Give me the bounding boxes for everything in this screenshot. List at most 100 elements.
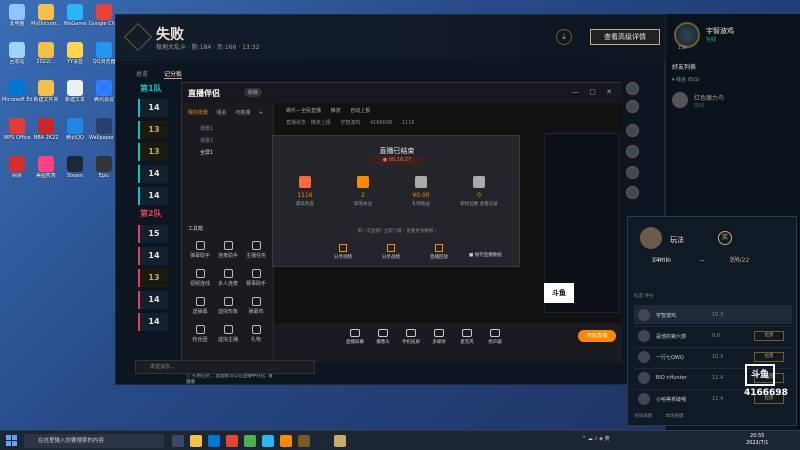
tool-button[interactable]: 主播任务 bbox=[244, 241, 268, 265]
desktop-icon[interactable]: 此电脑 bbox=[2, 4, 32, 38]
social-icon[interactable] bbox=[626, 100, 639, 113]
windows-start-icon[interactable] bbox=[6, 435, 17, 446]
add-scene-button[interactable]: + bbox=[259, 110, 263, 116]
scoreboard-row[interactable]: 14 bbox=[138, 187, 168, 205]
category[interactable]: 娱乐—全民直播 bbox=[286, 108, 321, 114]
tool-button[interactable]: 虚拟形象 bbox=[216, 297, 240, 321]
key-moments-link[interactable]: 本场关键 bbox=[665, 414, 683, 419]
desktop-icon[interactable]: 2022/... bbox=[31, 42, 61, 76]
task-view-icon[interactable] bbox=[172, 435, 184, 447]
source-button[interactable]: 多媒体 bbox=[428, 329, 450, 345]
more-data-link[interactable]: 第一次直播? 立即了解 › 查看更多数据 › bbox=[273, 228, 521, 234]
block-button[interactable]: 拉黑 bbox=[754, 331, 784, 341]
scene-tab[interactable]: 可拖拽 bbox=[235, 110, 250, 116]
wegame-icon[interactable] bbox=[262, 435, 274, 447]
auto-report[interactable]: 自动上报 bbox=[350, 108, 370, 114]
dialog-action-button[interactable]: 分享战绩 bbox=[371, 244, 411, 260]
tool-button[interactable]: 多人连麦 bbox=[216, 269, 240, 293]
player-row[interactable]: 宇智波鸡 10.3 bbox=[634, 305, 792, 324]
tool-button[interactable]: 弹幕助手 bbox=[188, 241, 212, 265]
scoreboard-row[interactable]: 14 bbox=[138, 165, 168, 183]
tab-overview[interactable]: 总览 bbox=[136, 71, 148, 78]
version-badge[interactable]: 新版 bbox=[244, 88, 263, 97]
desktop-icon[interactable]: 回收站 bbox=[2, 42, 32, 76]
desktop-icon[interactable]: 网易 bbox=[2, 156, 32, 190]
dialog-action-button[interactable]: 直播回放 bbox=[419, 244, 459, 260]
tool-button[interactable]: 礼物 bbox=[244, 325, 268, 349]
scoreboard-row[interactable]: 13 bbox=[138, 121, 168, 139]
scene-item[interactable]: 场景2 bbox=[200, 137, 213, 144]
scene-tab[interactable]: 我的场景 bbox=[188, 110, 208, 116]
desktop-icon[interactable]: 新建文本 bbox=[60, 80, 90, 114]
start-live-button[interactable]: 开始直播 bbox=[578, 330, 616, 342]
file-explorer-icon[interactable] bbox=[190, 435, 202, 447]
desktop-icon[interactable]: WeGame bbox=[60, 4, 90, 38]
scene-tab[interactable]: 组名 bbox=[217, 110, 227, 116]
desktop-icon[interactable]: WPS Office bbox=[2, 118, 32, 152]
advanced-detail-button[interactable]: 查看高级详情 bbox=[590, 29, 660, 45]
source-button[interactable]: 扬声器 bbox=[484, 329, 506, 345]
tool-button[interactable]: 虚拟主播 bbox=[216, 325, 240, 349]
scoreboard-row[interactable]: 13 bbox=[138, 143, 168, 161]
desktop-icon[interactable]: 新建文件夹 bbox=[31, 80, 61, 114]
desktop-icon[interactable]: Steam bbox=[60, 156, 90, 190]
desktop-icon[interactable]: MyDocum... bbox=[31, 4, 61, 38]
dialog-action-button[interactable]: 分享视频 bbox=[323, 244, 363, 260]
friend-avatar-icon[interactable] bbox=[626, 145, 639, 158]
scene-item[interactable]: 全屏1 bbox=[200, 149, 213, 156]
friend-item[interactable]: 红色魔力鸟 离线 bbox=[672, 90, 797, 112]
desktop-icon[interactable]: NBA 2K22 bbox=[31, 118, 61, 152]
source-button[interactable]: 直播屏幕 bbox=[344, 329, 366, 345]
system-tray[interactable]: ^ ☁ ♪ ◈ 英 bbox=[582, 435, 610, 442]
source-label: 手机投屏 bbox=[402, 340, 420, 345]
edge-icon[interactable] bbox=[208, 435, 220, 447]
desktop-icon-label: NBA 2K22 bbox=[33, 135, 59, 141]
tool-button[interactable]: 赛事助手 bbox=[244, 269, 268, 293]
steam-icon[interactable] bbox=[316, 435, 328, 447]
source-button[interactable]: 手机投屏 bbox=[400, 329, 422, 345]
source-button[interactable]: 麦克风 bbox=[456, 329, 478, 345]
window-controls[interactable]: — ▢ ✕ bbox=[572, 88, 616, 96]
wechat-icon[interactable] bbox=[244, 435, 256, 447]
scoreboard-row[interactable]: 15 bbox=[138, 225, 168, 243]
scoreboard-row[interactable]: 14 bbox=[138, 313, 168, 331]
tool-button[interactable]: 弹幕鸡 bbox=[244, 297, 268, 321]
desktop-icon[interactable]: YY语音 bbox=[60, 42, 90, 76]
download-icon[interactable]: ⤓ bbox=[556, 29, 572, 45]
friend-avatar-icon[interactable] bbox=[626, 186, 639, 199]
player-name: 是他的第六感 bbox=[656, 334, 687, 340]
scoreboard-row[interactable]: 13 bbox=[138, 269, 168, 287]
tool-button[interactable]: 粉丝团 bbox=[188, 325, 212, 349]
source-button[interactable]: 摄像头 bbox=[372, 329, 394, 345]
scoreboard-row[interactable]: 14 bbox=[138, 247, 168, 265]
lol-client-icon[interactable] bbox=[298, 435, 310, 447]
lol-game-icon[interactable] bbox=[334, 435, 346, 447]
match-detail-link[interactable]: 对局详情 bbox=[634, 414, 652, 419]
streamer-name: 宇智波鸡 bbox=[340, 120, 361, 126]
taskbar-clock[interactable]: 20:55 2022/7/1 bbox=[746, 433, 768, 447]
friend-avatar-icon[interactable] bbox=[626, 124, 639, 137]
desktop-icon[interactable]: 腾讯QQ bbox=[60, 118, 90, 152]
friend-avatar-icon[interactable] bbox=[626, 166, 639, 179]
player-row[interactable]: 是他的第六感 9.0 拉黑 bbox=[634, 326, 792, 345]
scoreboard-row[interactable]: 14 bbox=[138, 291, 168, 309]
tool-button[interactable]: 送弹幕 bbox=[188, 297, 212, 321]
live-companion-icon[interactable] bbox=[280, 435, 292, 447]
chrome-icon[interactable] bbox=[226, 435, 238, 447]
tool-button[interactable]: 连麦助手 bbox=[216, 241, 240, 265]
scene-item[interactable]: 场景1 bbox=[200, 125, 213, 132]
player-table-header: 队友 评分 bbox=[634, 294, 654, 299]
desktop-icon[interactable]: 美图秀秀 bbox=[31, 156, 61, 190]
chat-input[interactable]: 发送消息... bbox=[135, 360, 315, 374]
friend-group[interactable]: ▾ 综合 (0/1) bbox=[672, 76, 700, 83]
block-button[interactable]: 拉黑 bbox=[754, 352, 784, 362]
desktop-icon[interactable]: Microsoft Edge bbox=[2, 80, 32, 114]
save-data-checkbox[interactable]: ■ 保存直播数据 bbox=[469, 252, 502, 258]
player-avatar[interactable] bbox=[674, 22, 700, 48]
tab-scoreboard[interactable]: 记分板 bbox=[163, 71, 182, 79]
taskbar-search[interactable]: 在这里输入你要搜索的内容 bbox=[24, 434, 164, 448]
social-icon[interactable] bbox=[626, 82, 639, 95]
scoreboard-row[interactable]: 14 bbox=[138, 99, 168, 117]
desktop-icon-label: 此电脑 bbox=[9, 21, 25, 27]
tool-button[interactable]: 视频连线 bbox=[188, 269, 212, 293]
